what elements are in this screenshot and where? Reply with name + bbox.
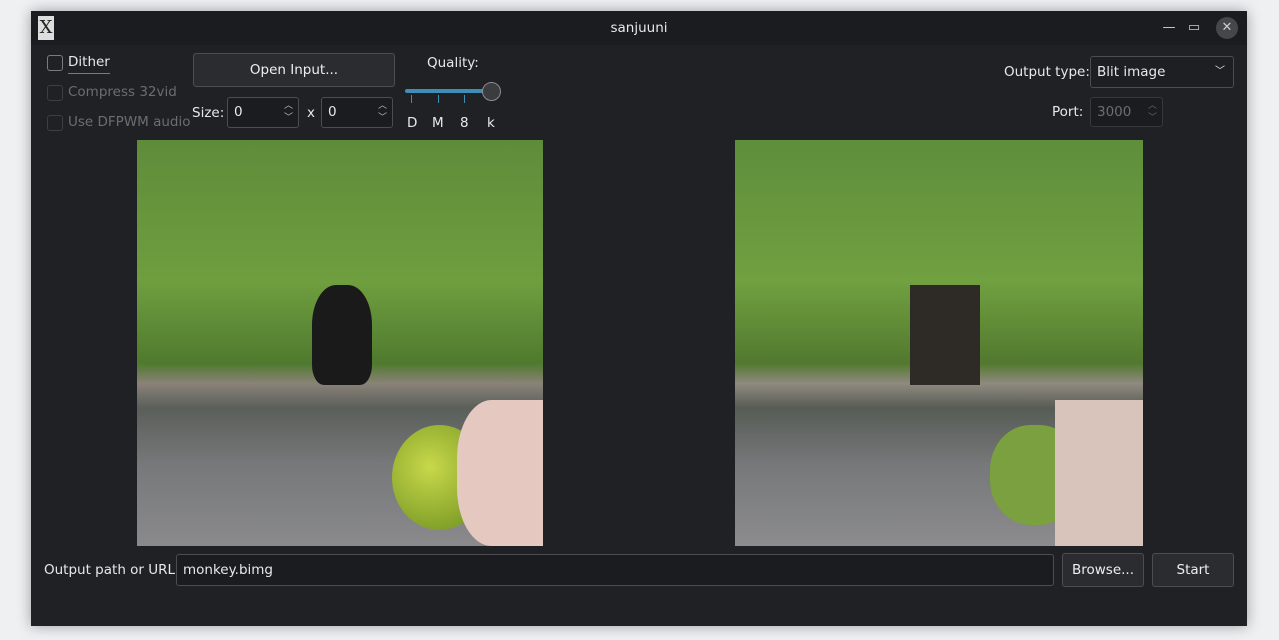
quality-label: Quality:: [427, 55, 479, 71]
output-type-select[interactable]: Blit image ﹀: [1090, 56, 1234, 88]
output-preview-image: [735, 140, 1143, 546]
app-window: X sanjuuni — ▭ ✕ Dither Compress 32vid U…: [31, 11, 1247, 626]
tick-label: 8: [460, 115, 469, 131]
output-path-input[interactable]: monkey.bimg: [176, 554, 1054, 586]
dither-checkbox[interactable]: [47, 55, 63, 71]
output-type-label: Output type:: [1004, 64, 1090, 80]
hand: [457, 400, 543, 546]
tick-label: D: [407, 115, 418, 131]
port-label: Port:: [1052, 104, 1084, 120]
height-value: 0: [328, 104, 337, 120]
hand: [1055, 400, 1143, 546]
output-path-label: Output path or URL:: [44, 562, 180, 578]
tick-label: M: [432, 115, 444, 131]
compress-checkbox[interactable]: [47, 85, 63, 101]
open-input-button[interactable]: Open Input...: [193, 53, 395, 87]
spin-arrows-icon[interactable]: ︿ ﹀: [284, 100, 293, 124]
spin-arrows-icon[interactable]: ︿ ﹀: [378, 100, 387, 124]
tick-label: k: [487, 115, 495, 131]
dfpwm-label: Use DFPWM audio: [68, 114, 191, 130]
dfpwm-checkbox[interactable]: [47, 115, 63, 131]
spin-arrows-icon: ︿ ﹀: [1147, 101, 1157, 123]
quality-slider-handle[interactable]: [482, 82, 501, 101]
maximize-button[interactable]: ▭: [1183, 17, 1205, 39]
title-bar: X sanjuuni — ▭ ✕: [31, 11, 1247, 45]
height-spinbox[interactable]: 0 ︿ ﹀: [321, 97, 393, 128]
width-spinbox[interactable]: 0 ︿ ﹀: [227, 97, 299, 128]
width-value: 0: [234, 104, 243, 120]
dither-label: Dither: [68, 54, 110, 74]
start-button[interactable]: Start: [1152, 553, 1234, 587]
size-label: Size:: [192, 105, 225, 121]
monkey-figure: [312, 285, 372, 385]
browse-button[interactable]: Browse...: [1062, 553, 1144, 587]
size-separator: x: [307, 105, 315, 121]
port-spinbox[interactable]: 3000 ︿ ﹀: [1090, 97, 1163, 127]
output-type-value: Blit image: [1097, 64, 1166, 80]
compress-label: Compress 32vid: [68, 84, 177, 100]
minimize-button[interactable]: —: [1158, 17, 1180, 39]
close-button[interactable]: ✕: [1216, 17, 1238, 39]
monkey-figure: [910, 285, 980, 385]
input-preview-image: [137, 140, 543, 546]
port-value: 3000: [1097, 104, 1132, 120]
window-title: sanjuuni: [610, 20, 668, 36]
chevron-down-icon: ﹀: [1215, 66, 1225, 77]
